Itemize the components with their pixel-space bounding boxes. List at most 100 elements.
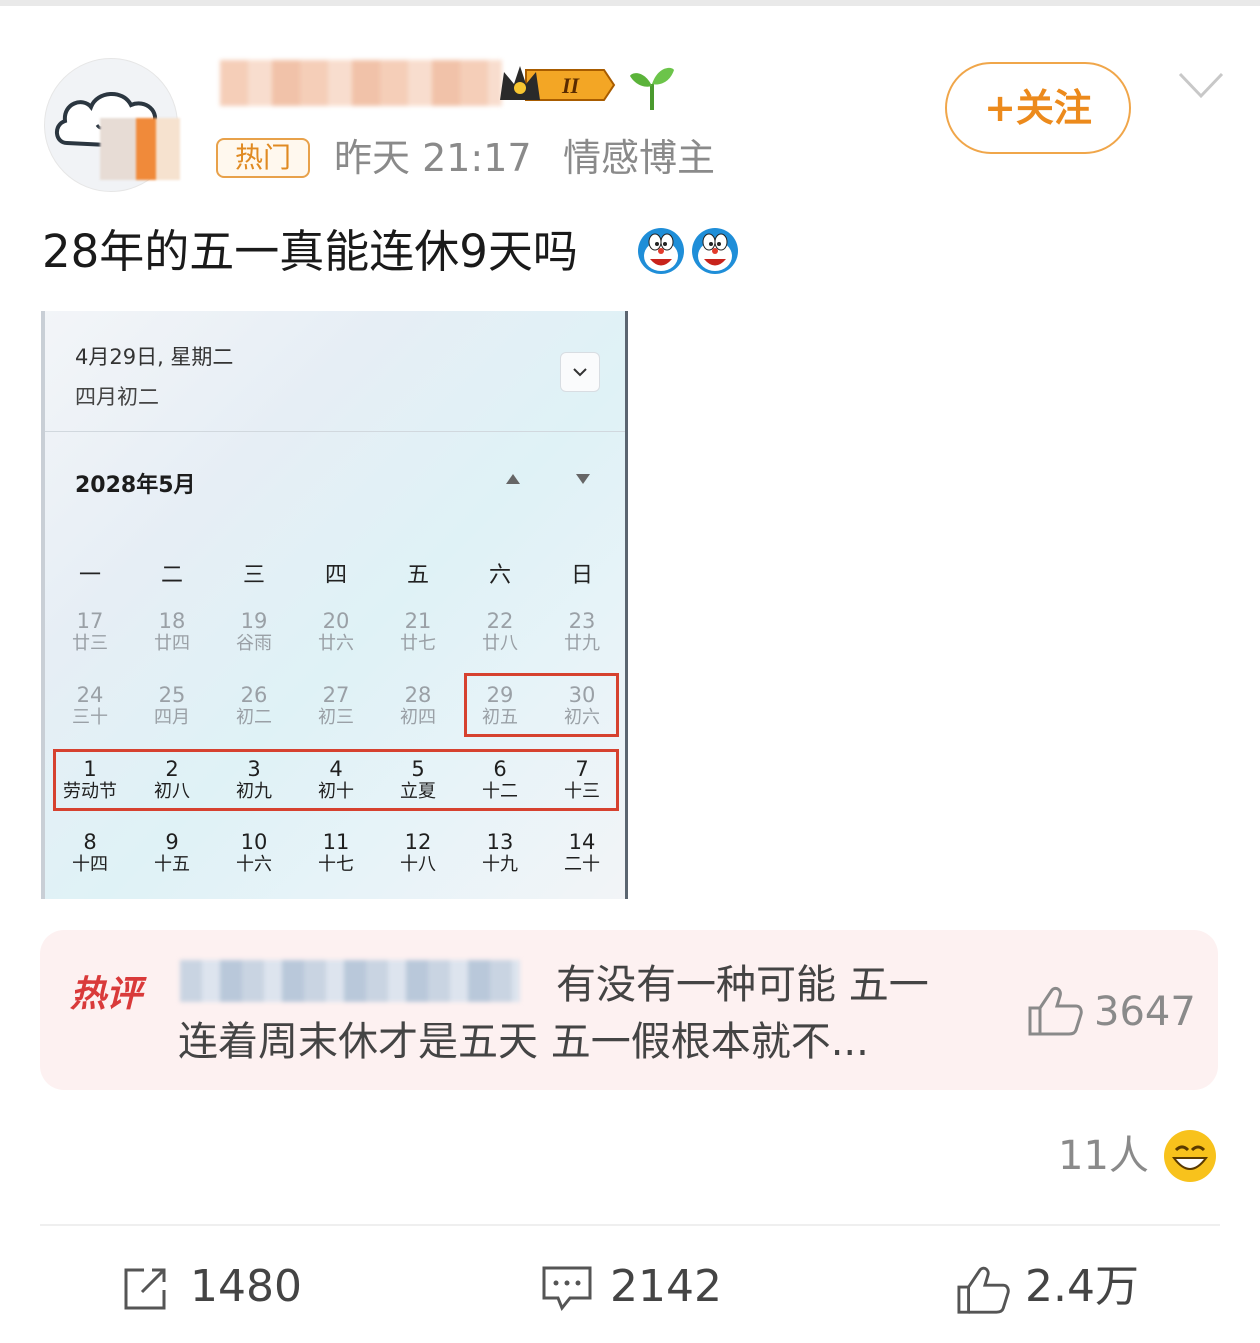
calendar-day-lunar: 廿四 bbox=[154, 633, 190, 654]
triangle-down-icon bbox=[576, 474, 590, 484]
calendar-expand-button bbox=[560, 352, 600, 392]
calendar-day-cell: 20 廿六 bbox=[296, 609, 376, 655]
calendar-day-number: 13 bbox=[486, 830, 514, 854]
calendar-day-number: 14 bbox=[568, 830, 596, 854]
calendar-day-number: 27 bbox=[322, 683, 350, 707]
calendar-day-number: 22 bbox=[486, 609, 514, 633]
calendar-day-lunar: 初四 bbox=[400, 707, 436, 728]
calendar-day-cell: 11 十七 bbox=[296, 830, 376, 876]
like-count: 2.4万 bbox=[1025, 1261, 1139, 1312]
sprout-icon bbox=[630, 67, 674, 110]
calendar-selected-date: 4月29日, 星期二 bbox=[75, 345, 234, 369]
calendar-day-number: 26 bbox=[240, 683, 268, 707]
calendar-day-number: 24 bbox=[76, 683, 104, 707]
calendar-weekday: 四 bbox=[324, 563, 347, 588]
hot-comment-like-count: 3647 bbox=[1094, 989, 1196, 1035]
calendar-weekday: 二 bbox=[160, 563, 183, 588]
calendar-day-lunar: 三十 bbox=[72, 707, 108, 728]
calendar-day-number: 9 bbox=[165, 830, 179, 854]
chevron-down-icon[interactable] bbox=[1176, 66, 1226, 106]
calendar-selected-lunar: 四月初二 bbox=[75, 385, 159, 409]
calendar-day-cell: 27 初三 bbox=[296, 683, 376, 729]
triangle-up-icon bbox=[506, 474, 520, 484]
calendar-day-lunar: 初二 bbox=[236, 707, 272, 728]
calendar-day-number: 11 bbox=[322, 830, 350, 854]
calendar-day-cell: 22 廿八 bbox=[460, 609, 540, 655]
comment-icon bbox=[542, 1266, 592, 1311]
calendar-day-lunar: 四月 bbox=[154, 707, 190, 728]
calendar-divider bbox=[45, 431, 625, 432]
comment-count: 2142 bbox=[610, 1261, 722, 1312]
calendar-weekday: 日 bbox=[570, 563, 593, 588]
highlight-box-apr bbox=[464, 673, 619, 737]
calendar-day-cell: 9 十五 bbox=[132, 830, 212, 876]
calendar-day-cell: 14 二十 bbox=[542, 830, 622, 876]
hot-comment-line-2: 连着周末休才是五天 五一假根本就不... bbox=[178, 1019, 869, 1065]
calendar-weekday: 五 bbox=[406, 563, 429, 588]
follow-button[interactable]: +关注 bbox=[945, 62, 1131, 154]
calendar-day-lunar: 十九 bbox=[482, 854, 518, 875]
calendar-day-cell: 19 谷雨 bbox=[214, 609, 294, 655]
calendar-day-lunar: 十七 bbox=[318, 854, 354, 875]
calendar-edge bbox=[625, 311, 628, 899]
calendar-day-lunar: 初三 bbox=[318, 707, 354, 728]
calendar-day-cell: 21 廿七 bbox=[378, 609, 458, 655]
post-text: 28年的五一真能连休9天吗 bbox=[42, 225, 578, 278]
calendar-day-number: 12 bbox=[404, 830, 432, 854]
calendar-day-cell: 28 初四 bbox=[378, 683, 458, 729]
calendar-day-cell: 8 十四 bbox=[50, 830, 130, 876]
calendar-day-number: 19 bbox=[240, 609, 268, 633]
calendar-day-lunar: 廿八 bbox=[482, 633, 518, 654]
calendar-day-lunar: 廿三 bbox=[72, 633, 108, 654]
chevron-down-icon bbox=[573, 368, 587, 377]
hot-tag: 热门 bbox=[216, 138, 310, 178]
calendar-day-number: 21 bbox=[404, 609, 432, 633]
calendar-day-cell: 23 廿九 bbox=[542, 609, 622, 655]
calendar-day-number: 10 bbox=[240, 830, 268, 854]
calendar-day-number: 28 bbox=[404, 683, 432, 707]
share-icon bbox=[124, 1268, 166, 1310]
top-divider bbox=[0, 0, 1260, 6]
calendar-day-lunar: 谷雨 bbox=[236, 633, 272, 654]
hot-comment-line-1: 有没有一种可能 五一 bbox=[556, 962, 929, 1008]
doraemon-emoji-icons bbox=[638, 228, 738, 274]
calendar-day-number: 8 bbox=[83, 830, 97, 854]
calendar-day-lunar: 十六 bbox=[236, 854, 272, 875]
calendar-day-cell: 25 四月 bbox=[132, 683, 212, 729]
calendar-day-cell: 26 初二 bbox=[214, 683, 294, 729]
crown-level-badge-icon: II bbox=[500, 66, 616, 101]
commenter-name-blurred bbox=[180, 960, 520, 1002]
calendar-edge bbox=[41, 311, 45, 899]
calendar-day-cell: 24 三十 bbox=[50, 683, 130, 729]
share-count: 1480 bbox=[190, 1261, 302, 1312]
calendar-day-number: 17 bbox=[76, 609, 104, 633]
grinning-emoji-icon[interactable] bbox=[1162, 1128, 1218, 1184]
calendar-image[interactable]: 4月29日, 星期二 四月初二 2028年5月 一二三四五六日 17 廿三 18 廿四… bbox=[41, 311, 628, 899]
avatar-badge-blurred bbox=[100, 118, 180, 180]
action-divider bbox=[40, 1224, 1220, 1226]
reaction-count: 11人 bbox=[1058, 1133, 1149, 1179]
calendar-day-number: 23 bbox=[568, 609, 596, 633]
calendar-day-lunar: 二十 bbox=[564, 854, 600, 875]
calendar-day-cell: 17 廿三 bbox=[50, 609, 130, 655]
calendar-day-cell: 10 十六 bbox=[214, 830, 294, 876]
calendar-day-cell: 13 十九 bbox=[460, 830, 540, 876]
calendar-month-title: 2028年5月 bbox=[75, 473, 196, 498]
calendar-day-cell: 18 廿四 bbox=[132, 609, 212, 655]
calendar-day-number: 20 bbox=[322, 609, 350, 633]
username-blurred[interactable] bbox=[220, 60, 502, 106]
calendar-day-lunar: 廿七 bbox=[400, 633, 436, 654]
hot-comment-label: 热评 bbox=[70, 974, 143, 1015]
post-time: 昨天 21:17 bbox=[334, 136, 532, 180]
calendar-day-lunar: 十八 bbox=[400, 854, 436, 875]
calendar-weekday: 三 bbox=[242, 563, 265, 588]
calendar-weekday: 六 bbox=[488, 563, 511, 588]
calendar-day-number: 18 bbox=[158, 609, 186, 633]
calendar-day-cell: 12 十八 bbox=[378, 830, 458, 876]
level-badge-text: II bbox=[561, 73, 581, 98]
thumbs-up-icon bbox=[957, 1266, 1010, 1314]
calendar-weekday: 一 bbox=[78, 563, 101, 588]
thumbs-up-icon[interactable] bbox=[1026, 984, 1084, 1038]
calendar-day-lunar: 十五 bbox=[154, 854, 190, 875]
calendar-day-number: 25 bbox=[158, 683, 186, 707]
